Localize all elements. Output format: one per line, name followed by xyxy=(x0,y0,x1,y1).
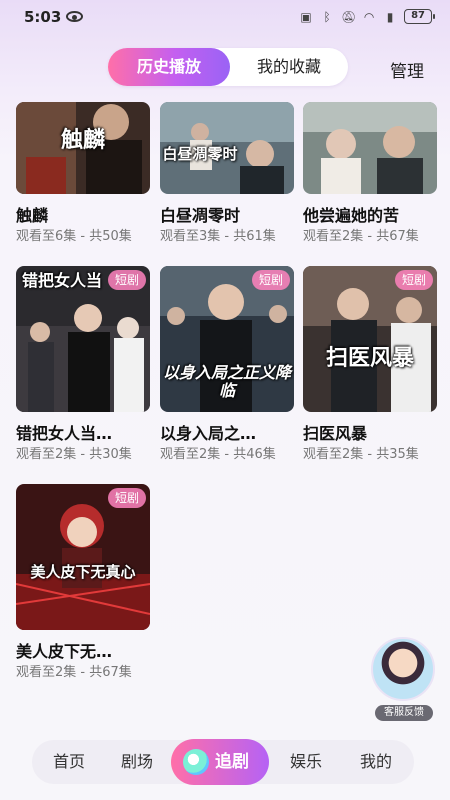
drama-card[interactable]: 触麟 触麟 观看至6集 - 共50集 xyxy=(16,102,150,245)
bottom-nav: 首页 剧场 追剧 娱乐 我的 xyxy=(32,739,414,785)
drama-title: 触麟 xyxy=(16,206,49,225)
poster-title-text: 白昼凋零时 xyxy=(162,145,238,163)
status-icons: ▣ ᛒ 🔕︎ ◠ ▮ 87 xyxy=(299,9,435,24)
drama-poster: 白昼凋零时 xyxy=(160,102,294,194)
manage-button[interactable]: 管理 xyxy=(390,57,424,82)
bluetooth-icon: ᛒ xyxy=(323,9,331,24)
drama-card[interactable]: 错把女人当 短剧 错把女人当… 观看至2集 - 共30集 xyxy=(16,266,150,463)
tab-history[interactable]: 历史播放 xyxy=(108,48,230,86)
status-time: 5:03 xyxy=(24,8,62,26)
watch-progress: 观看至3集 - 共61集 xyxy=(160,229,276,244)
drama-poster: 触麟 xyxy=(16,102,150,194)
service-avatar-icon xyxy=(371,637,435,701)
drama-poster: 错把女人当 短剧 xyxy=(16,266,150,412)
watch-progress: 观看至2集 - 共46集 xyxy=(160,447,276,462)
drama-card[interactable]: 白昼凋零时 白昼凋零时 观看至3集 - 共61集 xyxy=(160,102,294,245)
nav-theater[interactable]: 剧场 xyxy=(110,740,164,784)
customer-service-float[interactable]: 客服反馈 xyxy=(367,637,439,723)
drama-title: 以身入局之… xyxy=(160,424,257,443)
watch-progress: 观看至2集 - 共67集 xyxy=(16,665,132,680)
poster-title-text: 以身入局之正义降临 xyxy=(162,363,291,400)
drama-title: 扫医风暴 xyxy=(303,424,368,443)
watch-progress: 观看至6集 - 共50集 xyxy=(16,229,132,244)
nav-entertainment[interactable]: 娱乐 xyxy=(278,740,334,784)
poster-title-text: 美人皮下无真心 xyxy=(30,563,136,581)
eye-icon xyxy=(66,11,83,22)
poster-title-text: 触麟 xyxy=(60,127,105,153)
nav-home[interactable]: 首页 xyxy=(42,740,96,784)
service-label: 客服反馈 xyxy=(375,705,433,721)
short-drama-badge: 短剧 xyxy=(107,270,146,290)
drama-card[interactable]: 美人皮下无真心 短剧 美人皮下无… 观看至2集 - 共67集 xyxy=(16,484,150,681)
drama-card[interactable]: 他尝遍她的苦 观看至2集 - 共67集 xyxy=(303,102,437,245)
poster-title-text: 扫医风暴 xyxy=(325,345,414,371)
nfc-icon: ▣ xyxy=(300,9,312,24)
drama-poster: 以身入局之正义降临 短剧 xyxy=(160,266,294,412)
short-drama-badge: 短剧 xyxy=(394,270,433,290)
tab-favorites[interactable]: 我的收藏 xyxy=(230,48,348,86)
poster-image xyxy=(303,102,437,194)
drama-poster: 扫医风暴 短剧 xyxy=(303,266,437,412)
drama-card[interactable]: 以身入局之正义降临 短剧 以身入局之… 观看至2集 - 共46集 xyxy=(160,266,294,463)
short-drama-badge: 短剧 xyxy=(251,270,290,290)
watch-progress: 观看至2集 - 共30集 xyxy=(16,447,132,462)
battery-indicator: 87 xyxy=(404,9,435,24)
signal-icon: ▮ xyxy=(386,9,394,24)
status-bar: 5:03 ▣ ᛒ 🔕︎ ◠ ▮ 87 xyxy=(0,0,450,34)
history-favorites-tabs: 历史播放 我的收藏 xyxy=(108,48,348,86)
drama-poster xyxy=(303,102,437,194)
follow-drama-icon xyxy=(183,749,209,775)
drama-title: 白昼凋零时 xyxy=(160,206,241,225)
nav-mine[interactable]: 我的 xyxy=(348,740,404,784)
drama-title: 美人皮下无… xyxy=(16,642,113,661)
watch-progress: 观看至2集 - 共67集 xyxy=(303,229,419,244)
drama-poster: 美人皮下无真心 短剧 xyxy=(16,484,150,630)
nav-follow[interactable]: 追剧 xyxy=(171,739,269,785)
mute-icon: 🔕︎ xyxy=(341,9,357,24)
nav-follow-label: 追剧 xyxy=(215,752,249,772)
drama-title: 错把女人当… xyxy=(16,424,113,443)
wifi-icon: ◠ xyxy=(363,9,375,24)
watch-progress: 观看至2集 - 共35集 xyxy=(303,447,419,462)
drama-title: 他尝遍她的苦 xyxy=(303,206,400,225)
drama-card[interactable]: 扫医风暴 短剧 扫医风暴 观看至2集 - 共35集 xyxy=(303,266,437,463)
short-drama-badge: 短剧 xyxy=(107,488,146,508)
